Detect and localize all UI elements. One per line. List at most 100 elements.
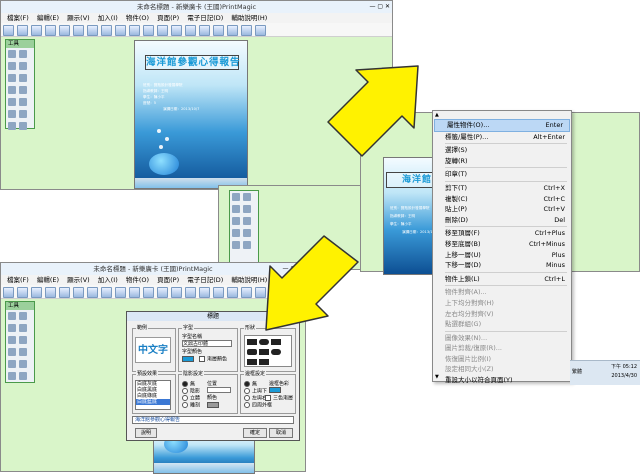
ellipse-tool-icon[interactable]	[19, 348, 27, 356]
menu-file[interactable]: 檔案(F)	[7, 276, 29, 284]
context-menu-item[interactable]: 移至底層(B) Ctrl+Minus	[433, 239, 571, 250]
rect-tool-icon[interactable]	[232, 229, 240, 237]
ellipse-tool-icon[interactable]	[243, 229, 251, 237]
preset-item[interactable]: 白底藍底	[136, 399, 170, 405]
shape-tool-icon[interactable]	[19, 324, 27, 332]
open-icon[interactable]	[17, 287, 28, 298]
menu-insert[interactable]: 加入(I)	[98, 276, 118, 284]
frame-icon[interactable]	[213, 287, 224, 298]
shadow-color-swatch[interactable]	[207, 402, 219, 408]
select-tool-icon[interactable]	[8, 50, 16, 58]
clip-tool-icon[interactable]	[19, 360, 27, 368]
undo-icon[interactable]	[115, 25, 126, 36]
image-icon[interactable]	[185, 25, 196, 36]
shadow-option[interactable]: 陰影	[182, 388, 200, 395]
context-menu-item[interactable]: 移至頂層(F) Ctrl+Plus	[433, 228, 571, 239]
text-tool-icon[interactable]	[243, 193, 251, 201]
undo-icon[interactable]	[115, 287, 126, 298]
copy-icon[interactable]	[87, 25, 98, 36]
scroll-up-icon[interactable]: ▲	[435, 112, 439, 118]
zoom-in-icon[interactable]	[157, 25, 168, 36]
paste-icon[interactable]	[101, 25, 112, 36]
context-menu-item[interactable]: 重設大小以符合頁面(Y)	[433, 375, 571, 386]
print-icon[interactable]	[45, 287, 56, 298]
help-button[interactable]: 說明	[135, 428, 157, 438]
ellipse-tool-icon[interactable]	[19, 86, 27, 94]
pan-tool-icon[interactable]	[19, 110, 27, 118]
menu-edit[interactable]: 編輯(E)	[37, 276, 59, 284]
context-menu-item[interactable]: 剪下(T) Ctrl+X	[433, 183, 571, 194]
redo-icon[interactable]	[129, 25, 140, 36]
poster-page[interactable]: 海洋館參觀心得報告 班別：寶瓶設計發展學院 指導教師：王明 學生：陳小平 座號：…	[134, 40, 248, 189]
curve-tool-icon[interactable]	[19, 336, 27, 344]
pan-tool-icon[interactable]	[19, 372, 27, 380]
window-controls[interactable]: — ▢ ✕	[360, 3, 390, 11]
context-menu-item[interactable]: 下移一層(D) Minus	[433, 260, 571, 271]
eraser-tool-icon[interactable]	[19, 122, 27, 130]
zoom-tool-icon[interactable]	[8, 372, 16, 380]
line-tool-icon[interactable]	[8, 74, 16, 82]
menu-diary[interactable]: 電子日記(D)	[187, 276, 223, 284]
menu-edit[interactable]: 編輯(E)	[37, 14, 59, 22]
select-tool-icon[interactable]	[232, 193, 240, 201]
zoom-in-icon[interactable]	[157, 287, 168, 298]
border-option[interactable]: 左與右	[244, 395, 267, 402]
check-tool-icon[interactable]	[232, 205, 240, 213]
check-tool-icon[interactable]	[8, 324, 16, 332]
shape-icon[interactable]	[199, 25, 210, 36]
shape-option[interactable]	[271, 339, 281, 345]
frame-icon[interactable]	[213, 25, 224, 36]
text-icon[interactable]	[171, 25, 182, 36]
context-menu-item[interactable]: 印章(T)	[433, 169, 571, 180]
print-icon[interactable]	[45, 25, 56, 36]
text-icon[interactable]	[171, 287, 182, 298]
three-color-gradient-checkbox[interactable]: 三色漸層	[265, 395, 293, 402]
redo-icon[interactable]	[129, 287, 140, 298]
menu-view[interactable]: 顯示(V)	[67, 276, 90, 284]
shadow-option[interactable]: 雕刻	[182, 402, 200, 409]
line-tool-icon[interactable]	[8, 336, 16, 344]
shadow-option[interactable]: 立體	[182, 395, 200, 402]
font-name-select[interactable]: 文鼎古印體	[182, 340, 232, 347]
zoom-icon[interactable]	[143, 25, 154, 36]
image-icon[interactable]	[185, 287, 196, 298]
border-color-swatch[interactable]	[269, 387, 281, 393]
menu-page[interactable]: 頁面(P)	[157, 276, 179, 284]
menu-help[interactable]: 輔助說明(H)	[231, 14, 267, 22]
gradient-color-checkbox[interactable]: 漸層顏色	[199, 356, 227, 363]
context-menu-item[interactable]: 上移一層(U) Plus	[433, 250, 571, 261]
copy-icon[interactable]	[87, 287, 98, 298]
context-menu-item[interactable]: 標籤/屬性(P)... Alt+Enter	[433, 132, 571, 143]
menu-insert[interactable]: 加入(I)	[98, 14, 118, 22]
text-tool-icon[interactable]	[19, 312, 27, 320]
border-option[interactable]: 四周外框	[244, 402, 272, 409]
scan-icon[interactable]	[59, 25, 70, 36]
shape-tool-icon[interactable]	[19, 62, 27, 70]
scan-icon[interactable]	[59, 287, 70, 298]
border-option[interactable]: 上與下	[244, 388, 267, 395]
image-tool-icon[interactable]	[8, 360, 16, 368]
shape-option[interactable]	[271, 349, 281, 355]
position-select[interactable]	[207, 387, 231, 393]
image-tool-icon[interactable]	[232, 241, 240, 249]
curve-tool-icon[interactable]	[19, 74, 27, 82]
clip-tool-icon[interactable]	[243, 241, 251, 249]
context-menu-item[interactable]: 物件上鎖(L) Ctrl+L	[433, 274, 571, 285]
shape-grid[interactable]	[244, 335, 292, 367]
shape-option[interactable]	[247, 349, 257, 355]
menu-object[interactable]: 物件(O)	[126, 276, 149, 284]
context-menu-item[interactable]: 刪除(D) Del	[433, 215, 571, 226]
preset-list[interactable]: 白底灰底 白底黑底 白底綠底 白底藍底	[135, 380, 171, 410]
menu-view[interactable]: 顯示(V)	[67, 14, 90, 22]
cut-icon[interactable]	[73, 25, 84, 36]
open-icon[interactable]	[17, 25, 28, 36]
font-color-swatch[interactable]	[182, 356, 194, 362]
settings-icon[interactable]	[241, 287, 252, 298]
stamp-tool-icon[interactable]	[8, 122, 16, 130]
context-menu-item[interactable]: 選擇(S)	[433, 145, 571, 156]
zoom-icon[interactable]	[143, 287, 154, 298]
context-menu-item[interactable]: 旋轉(R)	[433, 156, 571, 167]
shape-option[interactable]	[259, 339, 269, 345]
image-tool-icon[interactable]	[8, 98, 16, 106]
home-icon[interactable]	[3, 287, 14, 298]
